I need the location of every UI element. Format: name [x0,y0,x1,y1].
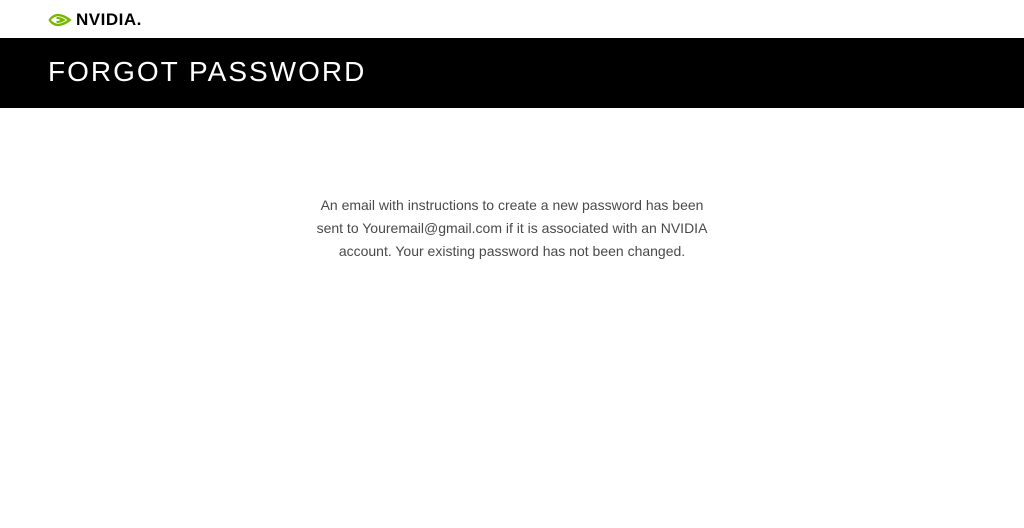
brand-logo[interactable]: NVIDIA. [48,10,142,30]
nvidia-eye-icon [48,12,72,28]
confirmation-message: An email with instructions to create a n… [312,194,712,263]
content-area: An email with instructions to create a n… [0,108,1024,263]
brand-name: NVIDIA. [76,10,142,30]
page-title: FORGOT PASSWORD [48,56,976,88]
top-bar: NVIDIA. [0,0,1024,38]
title-bar: FORGOT PASSWORD [0,38,1024,108]
